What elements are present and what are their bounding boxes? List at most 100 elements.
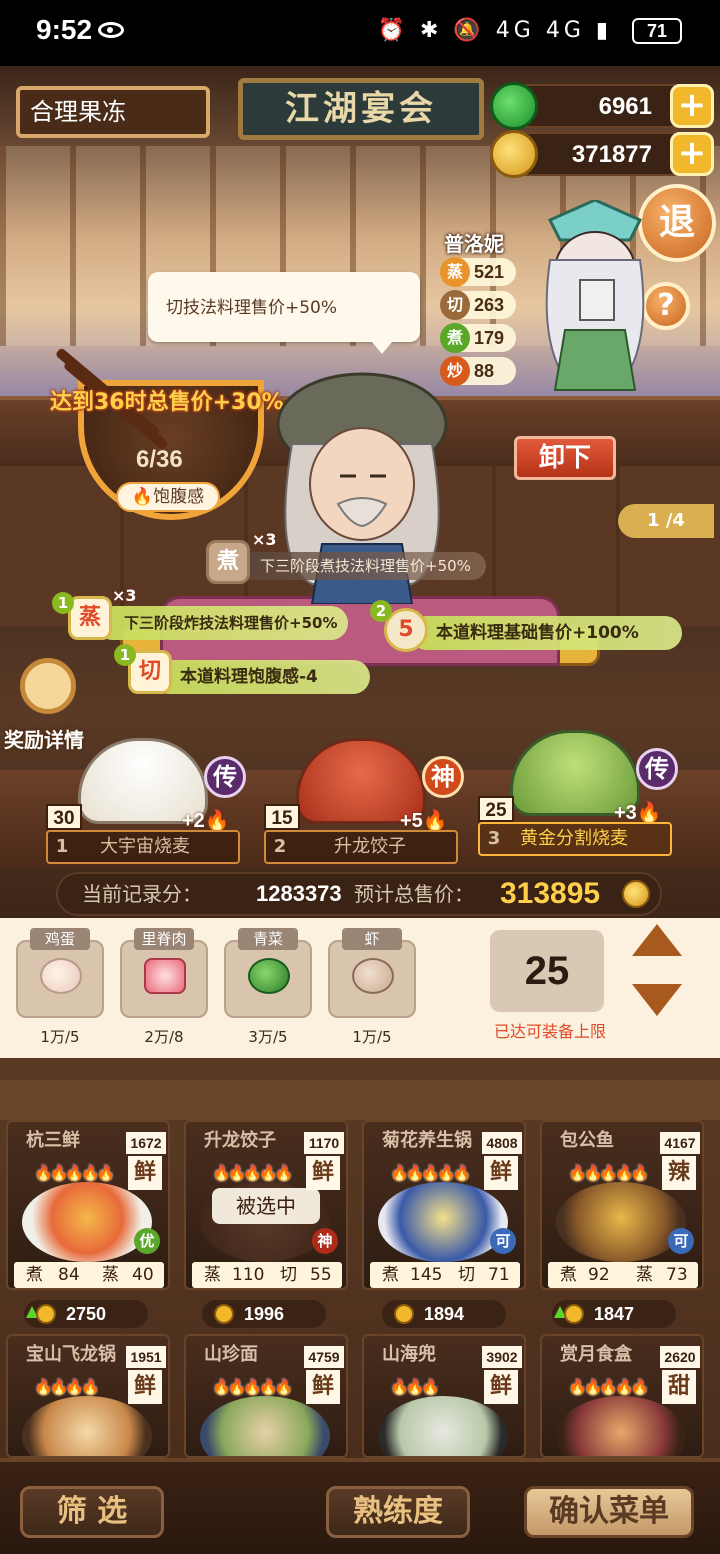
dish-slot-1[interactable]: 30 传 +2🔥 1 大宇宙烧麦 [44, 730, 246, 870]
boil-icon: 煮 [440, 323, 470, 353]
recipe-card-4[interactable]: 包公鱼 4167 辣 🔥🔥🔥🔥🔥 可 煮 92 蒸 73 [540, 1120, 704, 1290]
total-value: 313895 [500, 877, 601, 910]
skill-value: 55 [310, 1265, 332, 1285]
battery-icon: 71 [632, 18, 682, 44]
chef-stat-steam: 蒸 521 [440, 257, 516, 287]
recipe-card-8[interactable]: 赏月食盒 2620 甜 🔥🔥🔥🔥🔥 [540, 1334, 704, 1458]
recipe-card-7[interactable]: 山海兜 3902 鲜 🔥🔥🔥 [362, 1334, 526, 1458]
coin-icon [490, 130, 538, 178]
dish-slot-2[interactable]: 15 神 +5🔥 2 升龙饺子 [262, 730, 464, 870]
game-screen: 9:52 ⏰ ✱ 🔕 4G 4G ▮ 71 江湖宴会 合理果冻 6961 + 3… [0, 0, 720, 1554]
skill-value: 40 [132, 1265, 154, 1285]
recipe-name: 菊花养生锅 [382, 1130, 472, 1151]
skill-icon: 煮 [26, 1265, 43, 1285]
status-time: 9:52 [36, 14, 93, 45]
capacity-note: 已达可装备上限 [493, 1022, 606, 1041]
buff-text: 本道料理饱腹感-4 [180, 667, 318, 687]
page-title: 江湖宴会 [285, 89, 437, 129]
ingredient-name: 青菜 [238, 928, 298, 950]
price-value: 1847 [594, 1304, 635, 1324]
jade-icon [490, 82, 538, 130]
recipe-name: 山珍面 [204, 1344, 258, 1365]
recipe-strip [0, 1080, 720, 1120]
flavor-badge: 甜 [662, 1370, 696, 1404]
recipe-number: 1170 [304, 1132, 344, 1154]
recipe-skills: 煮 145 切 71 [370, 1262, 520, 1288]
chef-name: 普洛妮 [444, 232, 504, 256]
meat-icon [144, 958, 186, 994]
flavor-badge: 鲜 [484, 1156, 518, 1190]
ingredient-egg[interactable]: 鸡蛋 1万/5 [16, 928, 106, 1048]
dish-count: 15 [264, 804, 300, 830]
dish-name: 大宇宙烧麦 [100, 836, 190, 857]
recipe-number: 4808 [482, 1132, 522, 1154]
unload-button[interactable]: 卸下 [514, 436, 616, 480]
skill-value: 71 [488, 1265, 510, 1285]
skill-value: 92 [588, 1265, 610, 1285]
recipe-name: 包公鱼 [560, 1130, 614, 1151]
ingredient-name: 里脊肉 [134, 928, 194, 950]
ingredient-qty: 1万/5 [352, 1028, 392, 1046]
recipe-name: 杭三鲜 [26, 1130, 80, 1151]
eye-icon [98, 22, 124, 38]
buff-order: 1 [52, 592, 74, 614]
fullness-label-box: 🔥饱腹感 [116, 482, 220, 512]
recipe-skills: 煮 84 蒸 40 [14, 1262, 164, 1288]
title-plaque: 江湖宴会 [238, 78, 484, 140]
proficiency-button[interactable]: 熟练度 [326, 1486, 470, 1538]
page-indicator[interactable]: 1 /4 [618, 504, 714, 538]
recipe-skills: 蒸 110 切 55 [192, 1262, 342, 1288]
heat-value: +3 [614, 802, 637, 824]
flavor-badge: 鲜 [306, 1370, 340, 1404]
price-value: 1996 [244, 1304, 285, 1324]
price-value: 1894 [424, 1304, 465, 1324]
recipe-card-6[interactable]: 山珍面 4759 鲜 🔥🔥🔥🔥🔥 [184, 1334, 348, 1458]
flavor-badge: 鲜 [128, 1370, 162, 1404]
dish-slot-3[interactable]: 25 传 +3🔥 3 黄金分割烧麦 [476, 722, 678, 862]
chef-portrait[interactable] [520, 200, 670, 400]
record-label: 当前记录分： [82, 882, 202, 906]
fire-icon: 🔥 [131, 487, 154, 507]
arrow-up-icon[interactable] [632, 924, 682, 956]
rank-badge: 神 [312, 1228, 338, 1254]
buff-fry-stage: 下三阶段炸技法料理售价+50% [96, 606, 348, 640]
recipe-number: 3902 [482, 1346, 522, 1368]
filter-button[interactable]: 筛 选 [20, 1486, 164, 1538]
fire-icon: 🔥 [204, 810, 230, 832]
skill-value: 84 [58, 1265, 80, 1285]
buff-fullness: 本道料理饱腹感-4 [152, 660, 370, 694]
fire-icon: 🔥 [636, 802, 662, 824]
ingredient-shrimp[interactable]: 虾 1万/5 [328, 928, 418, 1048]
dish-index: 3 [487, 828, 501, 849]
dish-image [556, 1396, 686, 1456]
add-jade-button[interactable]: + [670, 84, 714, 128]
coin-value: 371877 [571, 141, 652, 168]
steam-icon: 蒸 [68, 596, 112, 640]
arrow-down-icon[interactable] [632, 984, 682, 1016]
recipe-card-3[interactable]: 菊花养生锅 4808 鲜 🔥🔥🔥🔥🔥 可 煮 145 切 71 [362, 1120, 526, 1290]
dish-image [22, 1182, 152, 1262]
recipe-skills: 煮 92 蒸 73 [548, 1262, 698, 1288]
ingredient-greens[interactable]: 青菜 3万/5 [224, 928, 314, 1048]
team-name: 合理果冻 [30, 98, 126, 126]
fire-rating-icon: 🔥🔥🔥🔥🔥 [390, 1164, 471, 1182]
buff-boil-stage: 下三阶段煮技法料理售价+50% [238, 552, 486, 580]
recipe-card-5[interactable]: 宝山飞龙锅 1951 鲜 🔥🔥🔥🔥 [6, 1334, 170, 1458]
ingredient-qty: 2万/8 [144, 1028, 184, 1046]
buff-text: 本道料理基础售价+100% [436, 623, 639, 643]
ingredient-tenderloin[interactable]: 里脊肉 2万/8 [120, 928, 210, 1048]
stat-value: 179 [474, 328, 505, 348]
team-name-box[interactable]: 合理果冻 [16, 86, 210, 138]
heat-value: +2 [182, 810, 205, 832]
recipe-card-1[interactable]: 杭三鲜 1672 鲜 🔥🔥🔥🔥🔥 优 煮 84 蒸 40 [6, 1120, 170, 1290]
confirm-menu-button[interactable]: 确认菜单 [524, 1486, 694, 1538]
ingredient-qty: 1万/5 [40, 1028, 80, 1046]
skill-value: 110 [232, 1265, 265, 1285]
coin-icon [36, 1304, 56, 1324]
fire-rating-icon: 🔥🔥🔥🔥🔥 [568, 1378, 649, 1396]
recipe-price-3: 1894 [382, 1300, 506, 1328]
add-coin-button[interactable]: + [670, 132, 714, 176]
fire-rating-icon: 🔥🔥🔥🔥🔥 [34, 1164, 115, 1182]
dish-name: 升龙饺子 [334, 836, 406, 857]
coin-counter: 371877 + [490, 130, 714, 178]
